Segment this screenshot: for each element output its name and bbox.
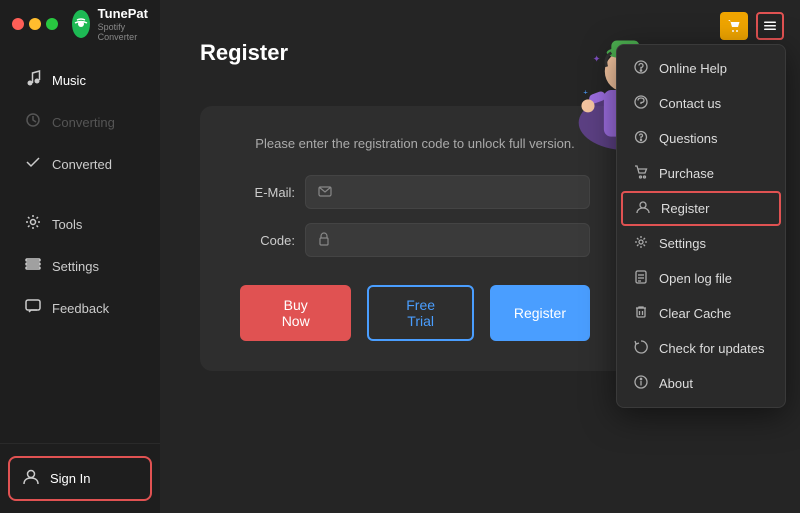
dropdown-item-online-help[interactable]: Online Help (617, 51, 785, 86)
register-button[interactable]: Register (490, 285, 590, 341)
about-icon (633, 375, 649, 392)
dropdown-item-open-log[interactable]: Open log file (617, 261, 785, 296)
sidebar: TunePat Spotify Converter Music (0, 0, 160, 513)
clear-cache-icon (633, 305, 649, 322)
app-title: TunePat Spotify Converter (98, 6, 148, 42)
dropdown-settings-icon (633, 235, 649, 252)
dropdown-item-questions-label: Questions (659, 131, 718, 146)
sidebar-item-converted[interactable]: Converted (8, 144, 152, 184)
dropdown-menu: Online Help Contact us (616, 44, 786, 408)
dropdown-item-online-help-label: Online Help (659, 61, 727, 76)
feedback-icon (24, 298, 42, 318)
dropdown-item-contact-us-label: Contact us (659, 96, 721, 111)
main-content: ♪ ✦ ✦ + + Register Please enter the regi… (160, 0, 800, 513)
dropdown-item-purchase-label: Purchase (659, 166, 714, 181)
sidebar-item-feedback-label: Feedback (52, 301, 109, 316)
contact-us-icon (633, 95, 649, 112)
dropdown-item-check-updates-label: Check for updates (659, 341, 765, 356)
traffic-lights (12, 18, 58, 30)
form-description: Please enter the registration code to un… (240, 136, 590, 151)
dropdown-item-register[interactable]: Register (621, 191, 781, 226)
dropdown-item-open-log-label: Open log file (659, 271, 732, 286)
maximize-button[interactable] (46, 18, 58, 30)
dropdown-item-clear-cache-label: Clear Cache (659, 306, 731, 321)
dropdown-item-check-updates[interactable]: Check for updates (617, 331, 785, 366)
purchase-icon (633, 165, 649, 182)
tools-icon (24, 214, 42, 234)
register-icon (635, 200, 651, 217)
sidebar-item-tools-label: Tools (52, 217, 82, 232)
sidebar-nav: Music Converting Converted (0, 48, 160, 443)
form-buttons: Buy Now Free Trial Register (240, 285, 590, 341)
sidebar-item-music-label: Music (52, 73, 86, 88)
online-help-icon (633, 60, 649, 77)
dropdown-item-about[interactable]: About (617, 366, 785, 401)
sidebar-item-feedback[interactable]: Feedback (8, 288, 152, 328)
sidebar-item-settings-label: Settings (52, 259, 99, 274)
dropdown-item-purchase[interactable]: Purchase (617, 156, 785, 191)
dropdown-item-settings[interactable]: Settings (617, 226, 785, 261)
sign-in-button[interactable]: Sign In (8, 456, 152, 501)
converted-icon (24, 154, 42, 174)
sidebar-bottom: Sign In (0, 443, 160, 513)
sidebar-item-settings[interactable]: Settings (8, 246, 152, 286)
top-bar (720, 12, 784, 40)
titlebar: TunePat Spotify Converter (0, 0, 160, 48)
buy-now-button[interactable]: Buy Now (240, 285, 351, 341)
email-field-row: E-Mail: (240, 175, 590, 209)
sign-in-label: Sign In (50, 471, 90, 486)
email-icon (318, 184, 332, 201)
app-name: TunePat (98, 6, 148, 22)
sidebar-item-converting: Converting (8, 102, 152, 142)
dropdown-item-settings-label: Settings (659, 236, 706, 251)
code-label: Code: (240, 233, 295, 248)
email-label: E-Mail: (240, 185, 295, 200)
sidebar-item-converted-label: Converted (52, 157, 112, 172)
sidebar-item-music[interactable]: Music (8, 60, 152, 100)
dropdown-item-contact-us[interactable]: Contact us (617, 86, 785, 121)
settings-icon (24, 256, 42, 276)
dropdown-item-about-label: About (659, 376, 693, 391)
code-field-row: Code: (240, 223, 590, 257)
sidebar-item-converting-label: Converting (52, 115, 115, 130)
questions-icon (633, 130, 649, 147)
sign-in-icon (22, 468, 40, 489)
svg-text:✦: ✦ (593, 54, 601, 64)
check-updates-icon (633, 340, 649, 357)
sidebar-item-tools[interactable]: Tools (8, 204, 152, 244)
code-icon (318, 232, 330, 249)
app-subtitle: Spotify Converter (98, 22, 148, 42)
menu-button[interactable] (756, 12, 784, 40)
open-log-icon (633, 270, 649, 287)
app-logo (72, 10, 90, 38)
free-trial-button[interactable]: Free Trial (367, 285, 473, 341)
dropdown-item-register-label: Register (661, 201, 709, 216)
music-icon (24, 70, 42, 90)
dropdown-item-questions[interactable]: Questions (617, 121, 785, 156)
dropdown-item-clear-cache[interactable]: Clear Cache (617, 296, 785, 331)
email-input-display[interactable] (305, 175, 590, 209)
cart-button[interactable] (720, 12, 748, 40)
converting-icon (24, 112, 42, 132)
code-input-display[interactable] (305, 223, 590, 257)
minimize-button[interactable] (29, 18, 41, 30)
close-button[interactable] (12, 18, 24, 30)
svg-text:+: + (583, 88, 587, 97)
app-container: TunePat Spotify Converter Music (0, 0, 800, 513)
